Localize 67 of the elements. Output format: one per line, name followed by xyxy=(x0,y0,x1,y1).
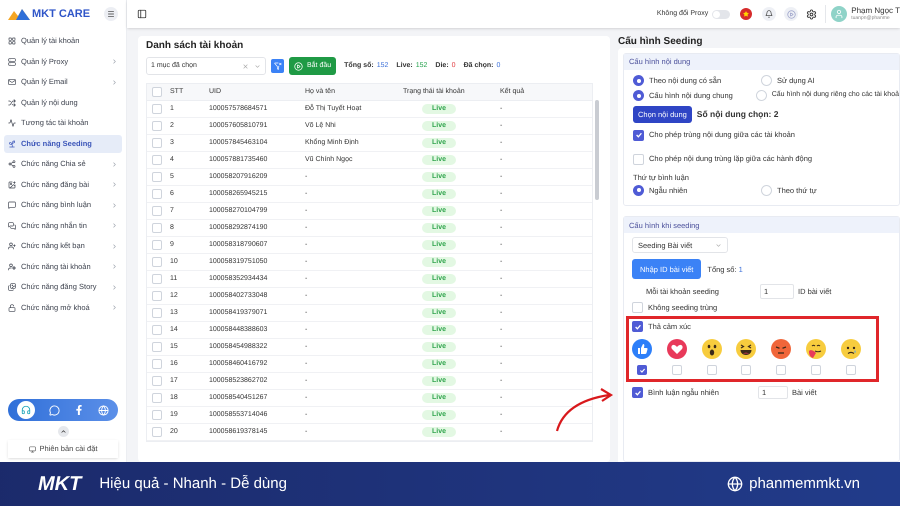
thumbs-up-icon xyxy=(632,339,652,360)
messages-icon xyxy=(8,222,16,230)
image-plus-icon xyxy=(8,180,16,188)
chat-bubble-icon[interactable] xyxy=(49,404,60,416)
checkmark-icon xyxy=(634,131,642,139)
play-icon[interactable] xyxy=(784,7,798,21)
checkmark-icon xyxy=(638,366,646,374)
user-gear-icon xyxy=(8,262,16,270)
share-icon xyxy=(8,160,16,168)
radio-button[interactable] xyxy=(633,75,644,86)
globe-icon xyxy=(727,476,744,492)
message-icon xyxy=(8,201,16,209)
collapse-up-button[interactable] xyxy=(58,426,68,437)
surprised-face-icon xyxy=(702,339,722,360)
unlock-icon xyxy=(8,304,16,312)
menu-icon xyxy=(107,10,115,18)
images-icon xyxy=(8,283,16,291)
checkbox[interactable] xyxy=(632,321,643,332)
shuffle-icon xyxy=(8,98,16,106)
user-plus-icon xyxy=(8,242,16,250)
clear-icon[interactable] xyxy=(242,62,249,70)
activity-icon xyxy=(8,119,16,127)
grid-icon xyxy=(8,37,16,45)
hugging-face-icon xyxy=(806,339,826,360)
checkbox[interactable] xyxy=(632,387,643,398)
radio-button[interactable] xyxy=(756,90,767,101)
slogan: Hiệu quả - Nhanh - Dễ dùng xyxy=(99,474,287,494)
menu-button[interactable] xyxy=(104,7,118,21)
mountain-logo-icon xyxy=(8,8,30,20)
sprout-icon xyxy=(8,140,16,148)
panel-title: Cấu hình Seeding xyxy=(618,35,704,48)
panel-title: Danh sách tài khoản xyxy=(146,39,244,52)
settings-icon[interactable] xyxy=(806,8,818,20)
checkbox[interactable] xyxy=(637,365,647,376)
filter-off-icon xyxy=(274,62,282,70)
angry-face-icon xyxy=(771,339,792,360)
flag-icon[interactable] xyxy=(740,8,752,20)
checkmark-icon xyxy=(634,388,642,397)
bell-icon[interactable] xyxy=(762,7,776,21)
laughing-face-icon xyxy=(736,339,756,360)
radio-button[interactable] xyxy=(761,184,772,196)
globe-icon[interactable] xyxy=(98,404,109,416)
mail-icon xyxy=(8,78,16,86)
app-logo-text: MKT CARE xyxy=(32,6,90,22)
sad-face-icon xyxy=(840,339,861,360)
radio-button[interactable] xyxy=(633,184,644,196)
chosen-count: Số nội dung chọn: 2 xyxy=(696,108,778,121)
avatar[interactable] xyxy=(831,6,848,22)
chevron-down-icon xyxy=(715,242,722,249)
panel-toggle-icon[interactable] xyxy=(137,9,147,19)
radio-button[interactable] xyxy=(633,90,644,101)
server-icon xyxy=(8,58,16,66)
checkmark-icon xyxy=(634,322,642,331)
facebook-icon[interactable] xyxy=(74,405,84,415)
support-headset-icon[interactable] xyxy=(17,401,35,419)
curved-arrow xyxy=(553,387,615,433)
brand-logo: MKT xyxy=(38,472,82,497)
play-icon xyxy=(294,62,303,70)
filter-clear-button[interactable] xyxy=(271,59,284,73)
proxy-toggle[interactable] xyxy=(712,10,730,18)
monitor-icon xyxy=(28,446,36,452)
radio-button[interactable] xyxy=(761,75,772,86)
checkbox[interactable] xyxy=(633,130,644,140)
user-name: Phạm Ngọc T xyxy=(851,6,900,15)
chevron-down-icon xyxy=(254,62,261,70)
chevron-up-icon xyxy=(60,428,66,435)
website-link[interactable]: phanmemmkt.vn xyxy=(749,472,860,496)
